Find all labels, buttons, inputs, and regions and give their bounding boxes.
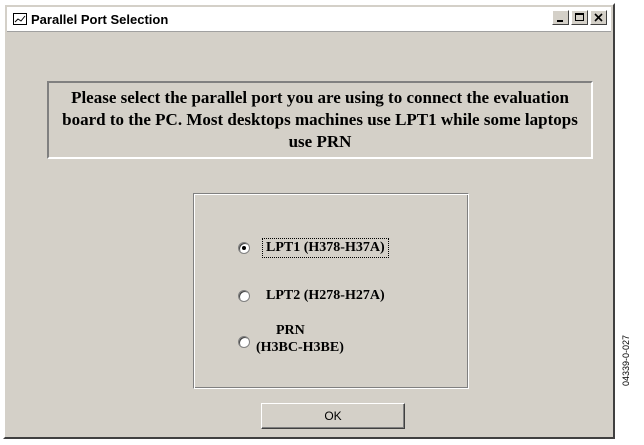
- maximize-button[interactable]: [571, 10, 588, 25]
- dialog-window: Parallel Port Selection Please select th…: [3, 3, 615, 439]
- radio-lpt2[interactable]: [238, 290, 250, 302]
- maximize-icon: [575, 13, 584, 21]
- figure-code: 04339-0-027: [621, 334, 631, 386]
- ok-button[interactable]: OK: [261, 403, 405, 429]
- instruction-panel: Please select the parallel port you are …: [47, 81, 593, 159]
- port-option-lpt2[interactable]: LPT2 (H278-H27A): [238, 288, 385, 304]
- port-label-lpt1: LPT1 (H378-H37A): [262, 238, 389, 258]
- minimize-icon: [557, 20, 563, 22]
- radio-lpt1[interactable]: [238, 242, 250, 254]
- port-option-prn[interactable]: PRN (H3BC-H3BE): [238, 322, 344, 356]
- app-window-icon: [13, 13, 27, 25]
- minimize-button[interactable]: [552, 10, 569, 25]
- port-label-prn: PRN (H3BC-H3BE): [256, 322, 344, 356]
- title-controls: [552, 10, 607, 25]
- window-title: Parallel Port Selection: [31, 11, 169, 27]
- radio-selected-dot: [242, 246, 246, 250]
- port-label-prn-name: PRN: [276, 323, 305, 338]
- close-button[interactable]: [590, 10, 607, 25]
- port-label-lpt2: LPT2 (H278-H27A): [266, 288, 385, 303]
- title-bar[interactable]: Parallel Port Selection: [7, 7, 611, 32]
- port-radio-group: LPT1 (H378-H37A) LPT2 (H278-H27A) PRN (H…: [193, 193, 469, 389]
- instruction-text: Please select the parallel port you are …: [62, 88, 578, 151]
- port-option-lpt1[interactable]: LPT1 (H378-H37A): [238, 238, 389, 258]
- port-label-prn-range: (H3BC-H3BE): [256, 340, 344, 355]
- radio-prn[interactable]: [238, 336, 250, 348]
- close-icon: [594, 13, 603, 22]
